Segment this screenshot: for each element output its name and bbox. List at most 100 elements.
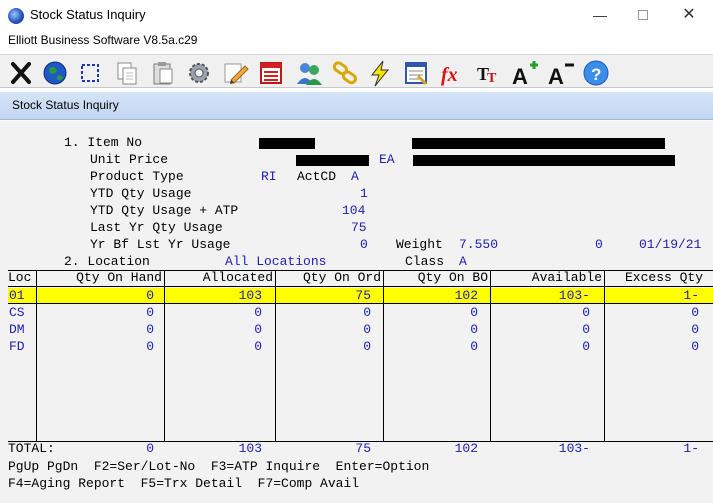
- header-qty-on-bo: Qty On BO: [417, 270, 488, 285]
- row-fd-on-ord: 0: [363, 339, 371, 354]
- row-dm-on-bo: 0: [470, 322, 478, 337]
- app-version: Elliott Business Software V8.5a.c29: [8, 33, 198, 47]
- increase-font-button[interactable]: A: [507, 57, 539, 89]
- row-dm-allocated: 0: [254, 322, 262, 337]
- row-cs-excess: 0: [691, 305, 699, 320]
- product-type-label: Product Type: [90, 169, 184, 184]
- edit-icon: [224, 63, 249, 84]
- link-button[interactable]: [328, 57, 360, 87]
- ytd-atp-label: YTD Qty Usage + ATP: [90, 203, 239, 218]
- weight-label: Weight: [396, 237, 443, 252]
- total-available: 103-: [558, 441, 590, 456]
- header-available: Available: [531, 270, 602, 285]
- product-type-value: RI: [261, 169, 277, 184]
- header-qty-on-hand: Qty On Hand: [76, 270, 162, 285]
- svg-text:A: A: [512, 64, 528, 88]
- location-label: 2. Location: [64, 254, 150, 269]
- users-icon: [297, 63, 322, 85]
- header-excess-qty: Excess Qty: [624, 270, 703, 285]
- select-icon: [81, 64, 99, 82]
- row-fd-available: 0: [582, 339, 590, 354]
- function-button[interactable]: fx: [435, 57, 467, 87]
- row-01-loc[interactable]: 01: [9, 288, 25, 304]
- row-dm-on-hand: 0: [146, 322, 154, 337]
- svg-text:T: T: [487, 71, 497, 86]
- paste-button[interactable]: [146, 57, 178, 87]
- total-on-hand: 0: [146, 441, 154, 456]
- select-button[interactable]: [73, 57, 105, 87]
- globe-icon: [43, 61, 67, 85]
- inquiry-screen: 1. Item No Unit Price EA Product Type RI…: [0, 121, 713, 503]
- function-icon: fx: [441, 64, 458, 86]
- row-dm-loc[interactable]: DM: [9, 322, 25, 338]
- link-icon: [332, 61, 357, 85]
- class-label: Class: [405, 254, 445, 269]
- row-fd-allocated: 0: [254, 339, 262, 354]
- unit-price-label: Unit Price: [90, 152, 169, 167]
- row-dm-excess: 0: [691, 322, 699, 337]
- title-bar: Stock Status Inquiry — ✕: [0, 0, 713, 31]
- yr-bf-label: Yr Bf Lst Yr Usage: [90, 237, 231, 252]
- row-cs-allocated: 0: [254, 305, 262, 320]
- maximize-button[interactable]: [628, 4, 658, 26]
- globe-button[interactable]: [38, 57, 70, 87]
- maximize-icon: [638, 10, 648, 20]
- row-cs-loc[interactable]: CS: [9, 305, 25, 321]
- row-01-available: 103-: [558, 288, 590, 303]
- close-button[interactable]: ✕: [674, 4, 704, 26]
- report-icon: [405, 62, 428, 86]
- col-divider: [604, 270, 605, 442]
- exit-button[interactable]: [4, 57, 36, 87]
- item-no-redacted: [259, 138, 315, 149]
- row-cs-on-bo: 0: [470, 305, 478, 320]
- ytd-usage-value: 1: [360, 186, 368, 201]
- row-01-on-hand: 0: [146, 288, 154, 303]
- class-value: A: [459, 254, 467, 269]
- help-button[interactable]: ?: [579, 57, 611, 87]
- lightning-button[interactable]: [363, 57, 395, 87]
- header-qty-on-ord: Qty On Ord: [302, 270, 381, 285]
- function-keys-line-1: PgUp PgDn F2=Ser/Lot-No F3=ATP Inquire E…: [8, 459, 430, 474]
- row-fd-loc[interactable]: FD: [9, 339, 25, 355]
- window-title: Stock Status Inquiry: [30, 7, 146, 22]
- item-desc2-redacted: [413, 155, 675, 166]
- paste-icon: [153, 62, 173, 85]
- item-no-label: 1. Item No: [64, 135, 143, 150]
- row-01-excess: 1-: [683, 288, 699, 303]
- item-desc-redacted: [412, 138, 665, 149]
- ytd-usage-label: YTD Qty Usage: [90, 186, 192, 201]
- col-divider: [275, 270, 276, 442]
- minimize-button[interactable]: —: [585, 4, 615, 26]
- row-dm-on-ord: 0: [363, 322, 371, 337]
- report-button[interactable]: [399, 57, 431, 87]
- panel-title: Stock Status Inquiry: [12, 98, 119, 112]
- row-fd-excess: 0: [691, 339, 699, 354]
- decrease-font-button[interactable]: A: [543, 57, 575, 89]
- users-button[interactable]: [292, 57, 324, 87]
- toolbar: fx TT A A ?: [0, 54, 713, 89]
- row-01-on-bo: 102: [454, 288, 478, 303]
- row-01-allocated: 103: [238, 288, 262, 303]
- copy-button[interactable]: [110, 57, 142, 87]
- calendar-button[interactable]: [254, 57, 286, 87]
- col-divider: [164, 270, 165, 442]
- copy-icon: [117, 62, 137, 85]
- total-allocated: 103: [238, 441, 262, 456]
- row-cs-available: 0: [582, 305, 590, 320]
- settings-button[interactable]: [182, 57, 214, 87]
- decrease-font-icon: A: [548, 63, 574, 89]
- help-icon: ?: [583, 60, 609, 86]
- row-01-on-ord: 75: [355, 288, 371, 303]
- exit-icon: [11, 62, 31, 84]
- total-row: TOTAL: 0 103 75 102 103- 1-: [8, 441, 713, 457]
- app-icon: [8, 8, 24, 24]
- row-cs-on-hand: 0: [146, 305, 154, 320]
- total-excess: 1-: [683, 441, 699, 456]
- actcd-label: ActCD: [297, 169, 337, 184]
- col-divider: [383, 270, 384, 442]
- edit-button[interactable]: [218, 57, 250, 87]
- settings-icon: [189, 63, 209, 83]
- font-button[interactable]: TT: [471, 57, 503, 87]
- ytd-atp-value: 104: [342, 203, 366, 218]
- lightning-icon: [370, 60, 390, 87]
